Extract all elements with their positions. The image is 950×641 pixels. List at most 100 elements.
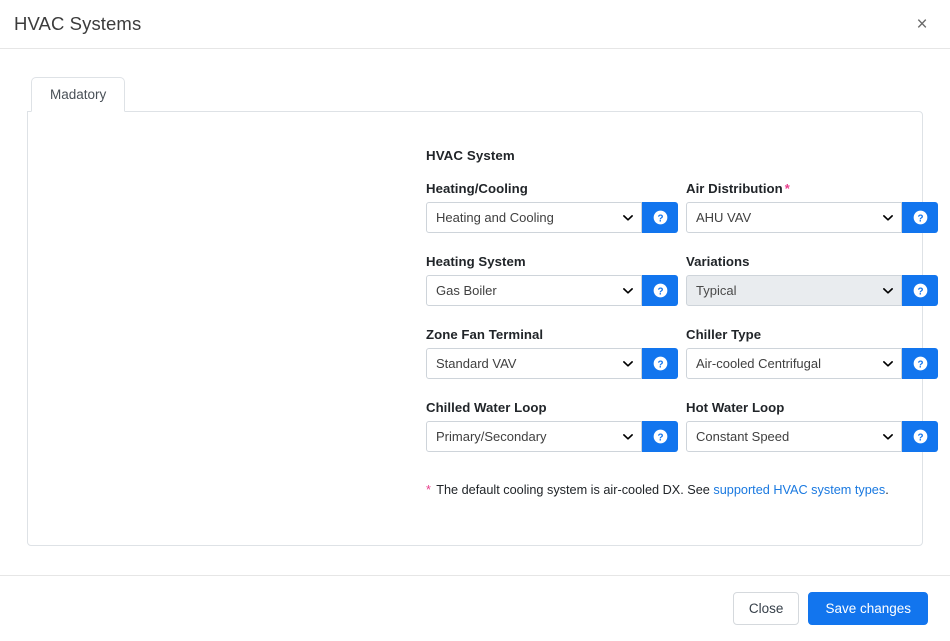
input-group-chilled-water-loop: Primary/Secondary ? [426,421,678,452]
select-hot-water-loop[interactable]: Constant Speed [686,421,902,452]
chevron-down-icon [623,287,633,294]
help-button-zone-fan-terminal[interactable]: ? [642,348,678,379]
select-value: Constant Speed [696,429,790,444]
field-chiller-type: Chiller Type Air-cooled Centrifugal ? [686,327,938,379]
select-value: Heating and Cooling [436,210,554,225]
field-variations: Variations Typical ? [686,254,938,306]
svg-text:?: ? [657,286,663,297]
label-text: Zone Fan Terminal [426,327,544,342]
help-button-air-distribution[interactable]: ? [902,202,938,233]
label-text: Chiller Type [686,327,762,342]
label-text: Heating System [426,254,526,269]
svg-text:?: ? [917,359,923,370]
tab-panel-madatory: HVAC System Heating/Cooling Heating and … [27,111,938,546]
chevron-down-icon [883,360,893,367]
question-circle-icon: ? [653,210,667,225]
hvac-form: HVAC System Heating/Cooling Heating and … [426,148,938,500]
hvac-systems-dialog: HVAC Systems × Madatory HVAC System Heat… [0,0,950,641]
tab-bar: Madatory [27,76,923,112]
label-text: Chilled Water Loop [426,400,547,415]
footnote-text-after: . [885,483,889,497]
input-group-chiller-type: Air-cooled Centrifugal ? [686,348,938,379]
dialog-body: Madatory HVAC System Heating/Cooling Hea… [0,49,950,575]
footnote-text-before: The default cooling system is air-cooled… [432,483,714,497]
tab-madatory[interactable]: Madatory [31,77,126,112]
chevron-down-icon [883,433,893,440]
close-button[interactable]: Close [732,592,800,625]
select-chilled-water-loop[interactable]: Primary/Secondary [426,421,642,452]
dialog-footer: Close Save changes [0,575,950,641]
help-button-hot-water-loop[interactable]: ? [902,421,938,452]
field-zone-fan-terminal: Zone Fan Terminal Standard VAV ? [426,327,678,379]
input-group-hot-water-loop: Constant Speed ? [686,421,938,452]
question-circle-icon: ? [653,356,667,371]
label-text: Hot Water Loop [686,400,785,415]
field-chilled-water-loop: Chilled Water Loop Primary/Secondary ? [426,400,678,452]
select-value: Standard VAV [436,356,517,371]
svg-text:?: ? [657,213,663,224]
question-circle-icon: ? [653,429,667,444]
help-button-chiller-type[interactable]: ? [902,348,938,379]
label-text: Air Distribution [686,181,783,196]
label-text: Variations [686,254,750,269]
select-variations[interactable]: Typical [686,275,902,306]
label-hot-water-loop: Hot Water Loop [686,400,938,415]
svg-text:?: ? [657,432,663,443]
label-chiller-type: Chiller Type [686,327,938,342]
chevron-down-icon [883,214,893,221]
select-air-distribution[interactable]: AHU VAV [686,202,902,233]
help-button-heating-cooling[interactable]: ? [642,202,678,233]
field-heating-system: Heating System Gas Boiler ? [426,254,678,306]
field-hot-water-loop: Hot Water Loop Constant Speed ? [686,400,938,452]
select-heating-cooling[interactable]: Heating and Cooling [426,202,642,233]
input-group-variations: Typical ? [686,275,938,306]
label-text: Heating/Cooling [426,181,528,196]
section-title: HVAC System [426,148,515,163]
select-value: AHU VAV [696,210,752,225]
select-heating-system[interactable]: Gas Boiler [426,275,642,306]
chevron-down-icon [623,433,633,440]
input-group-heating-cooling: Heating and Cooling ? [426,202,678,233]
select-chiller-type[interactable]: Air-cooled Centrifugal [686,348,902,379]
field-air-distribution: Air Distribution * AHU VAV ? [686,181,938,233]
label-heating-cooling: Heating/Cooling [426,181,678,196]
input-group-heating-system: Gas Boiler ? [426,275,678,306]
svg-text:?: ? [917,432,923,443]
svg-text:?: ? [657,359,663,370]
label-heating-system: Heating System [426,254,678,269]
field-heating-cooling: Heating/Cooling Heating and Cooling ? [426,181,678,233]
label-variations: Variations [686,254,938,269]
chevron-down-icon [883,287,893,294]
question-circle-icon: ? [913,210,927,225]
select-value: Typical [696,283,737,298]
select-zone-fan-terminal[interactable]: Standard VAV [426,348,642,379]
svg-text:?: ? [917,286,923,297]
help-button-heating-system[interactable]: ? [642,275,678,306]
select-value: Gas Boiler [436,283,497,298]
dialog-title: HVAC Systems [14,13,142,34]
dialog-header: HVAC Systems × [0,0,950,49]
input-group-zone-fan-terminal: Standard VAV ? [426,348,678,379]
label-zone-fan-terminal: Zone Fan Terminal [426,327,678,342]
supported-hvac-system-types-link[interactable]: supported HVAC system types [713,483,885,497]
field-grid: Heating/Cooling Heating and Cooling ? Ai… [426,181,938,473]
question-circle-icon: ? [653,283,667,298]
help-button-chilled-water-loop[interactable]: ? [642,421,678,452]
select-value: Air-cooled Centrifugal [696,356,822,371]
question-circle-icon: ? [913,283,927,298]
footnote-asterisk: * [426,483,431,497]
input-group-air-distribution: AHU VAV ? [686,202,938,233]
chevron-down-icon [623,360,633,367]
question-circle-icon: ? [913,356,927,371]
close-x-icon[interactable]: × [910,12,934,36]
footnote: * The default cooling system is air-cool… [426,482,916,500]
chevron-down-icon [623,214,633,221]
label-chilled-water-loop: Chilled Water Loop [426,400,678,415]
select-value: Primary/Secondary [436,429,547,444]
question-circle-icon: ? [913,429,927,444]
required-asterisk: * [784,181,790,196]
svg-text:?: ? [917,213,923,224]
label-air-distribution: Air Distribution * [686,181,938,196]
help-button-variations[interactable]: ? [902,275,938,306]
save-changes-button[interactable]: Save changes [808,592,928,625]
